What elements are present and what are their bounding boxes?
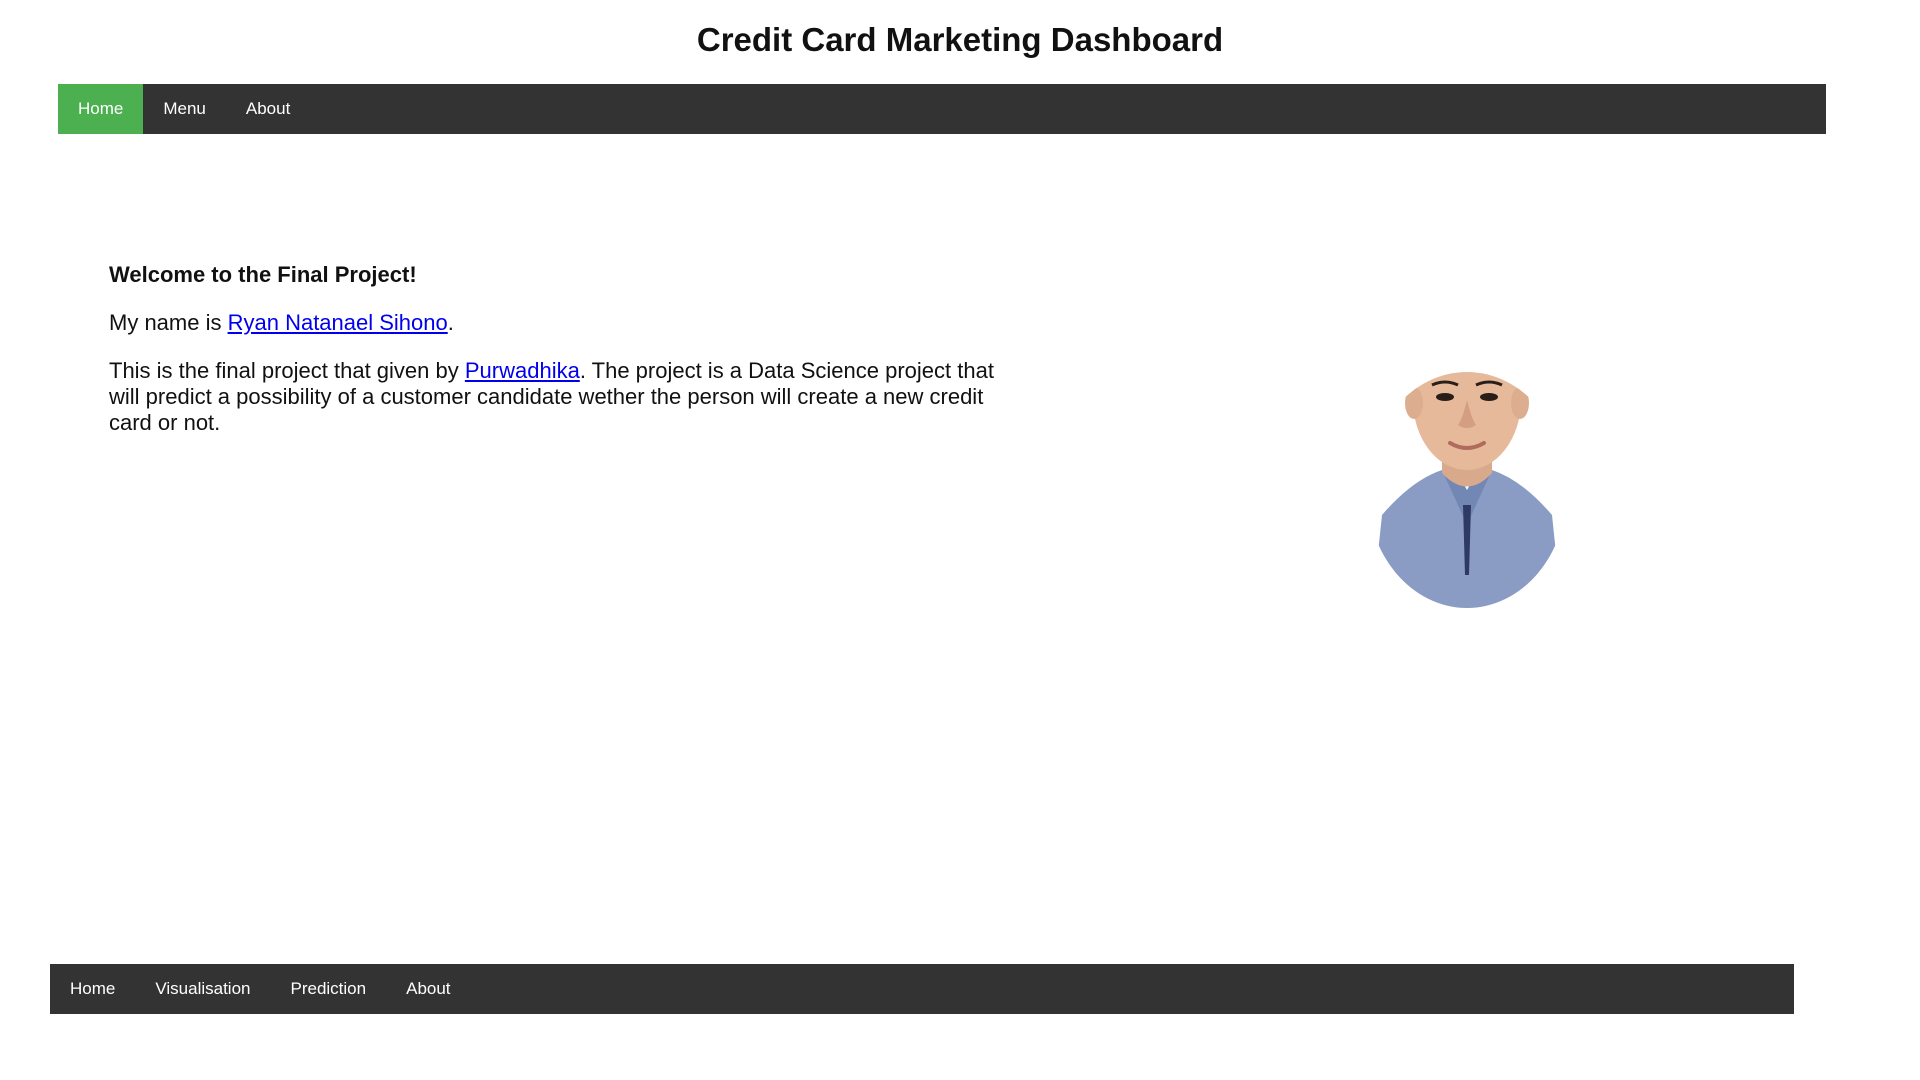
page: Credit Card Marketing Dashboard Home Men… xyxy=(0,0,1920,1080)
footer-nav-home[interactable]: Home xyxy=(50,964,135,1014)
name-paragraph: My name is Ryan Natanael Sihono. xyxy=(109,310,1009,336)
name-prefix: My name is xyxy=(109,310,228,335)
project-description: This is the final project that given by … xyxy=(109,358,1009,436)
person-portrait-icon xyxy=(1367,372,1567,608)
nav-about[interactable]: About xyxy=(226,84,310,134)
name-suffix: . xyxy=(447,310,454,335)
welcome-heading: Welcome to the Final Project! xyxy=(109,262,417,287)
profile-photo xyxy=(1362,285,1572,610)
nav-home[interactable]: Home xyxy=(58,84,144,134)
page-title: Credit Card Marketing Dashboard xyxy=(696,21,1224,58)
nav-menu[interactable]: Menu xyxy=(143,84,226,134)
footer-nav-prediction[interactable]: Prediction xyxy=(271,964,387,1014)
author-link[interactable]: Ryan Natanael Sihono xyxy=(228,310,448,335)
footer-nav-about[interactable]: About xyxy=(386,964,470,1014)
purwadhika-link[interactable]: Purwadhika xyxy=(465,358,580,383)
footer-nav-visualisation[interactable]: Visualisation xyxy=(135,964,270,1014)
footer-navbar: Home Visualisation Prediction About xyxy=(50,964,1794,1014)
welcome-section: Welcome to the Final Project! My name is… xyxy=(109,262,1009,458)
project-prefix: This is the final project that given by xyxy=(109,358,465,383)
top-navbar: Home Menu About xyxy=(58,84,1826,134)
